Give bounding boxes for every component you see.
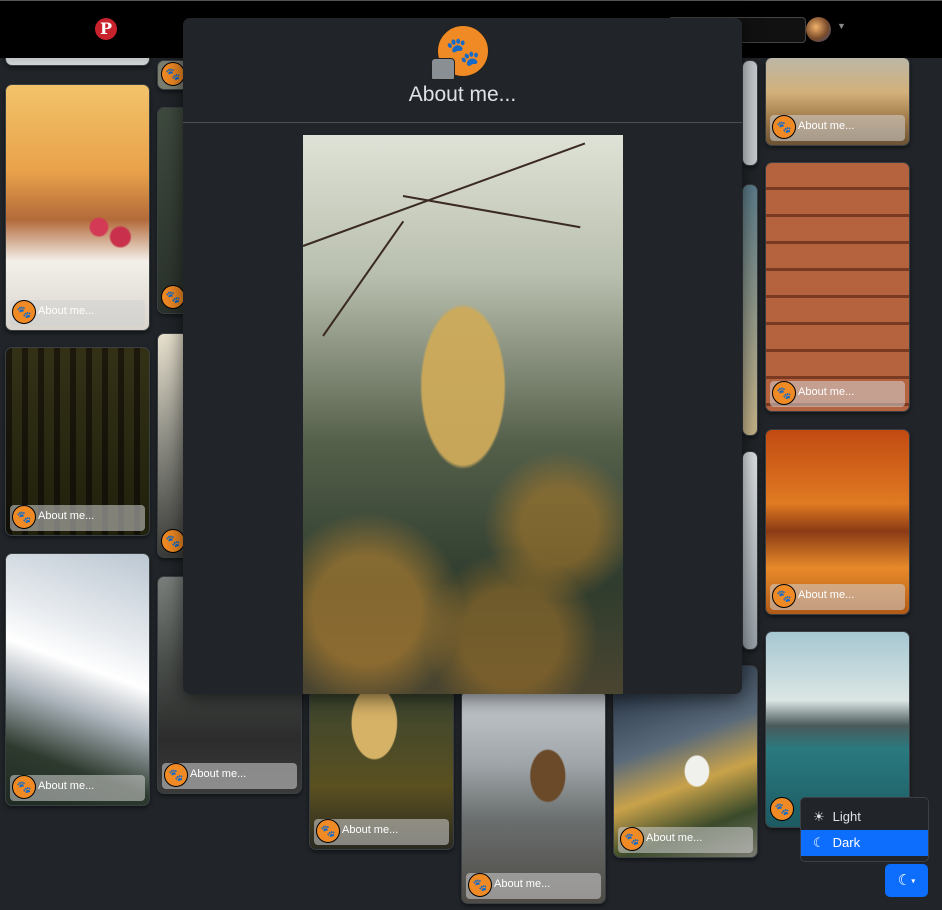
moon-icon: ☾ — [897, 872, 912, 889]
pin-card[interactable] — [742, 451, 758, 650]
branch-decoration — [402, 195, 581, 229]
pin-caption: About me... — [342, 824, 399, 836]
paw-icon: 🐾 — [12, 775, 36, 799]
theme-dropdown-menu: ☀ Light ☾ Dark — [800, 797, 929, 862]
pin-caption-bar: 🐾 About me... — [770, 381, 905, 407]
paw-icon: 🐾 — [12, 300, 36, 324]
pin-caption: About me... — [798, 386, 855, 398]
sun-icon: ☀ — [813, 809, 825, 824]
paw-icon: 🐾 — [161, 285, 185, 309]
pin-caption-bar: 🐾 About me... — [770, 115, 905, 141]
pin-card[interactable] — [742, 184, 758, 436]
theme-option-dark[interactable]: ☾ Dark — [801, 830, 928, 856]
pin-caption: About me... — [494, 878, 551, 890]
paw-icon: 🐾 — [161, 62, 185, 86]
theme-option-label: Light — [832, 809, 861, 824]
pin-caption: About me... — [190, 768, 247, 780]
pin-card[interactable]: 🐾 About me... — [5, 553, 150, 806]
paw-icon: 🐾 — [620, 827, 644, 851]
paw-icon: 🐾 — [468, 873, 492, 897]
pin-caption-bar: 🐾 About me... — [10, 775, 145, 801]
pin-card[interactable]: 🐾 About me... — [5, 84, 150, 331]
pin-caption: About me... — [38, 780, 95, 792]
branch-decoration — [322, 220, 405, 337]
paw-icon: 🐾 — [316, 819, 340, 843]
modal-image — [302, 135, 623, 694]
pin-card[interactable]: 🐾 About me... — [309, 690, 454, 850]
pin-caption-bar: 🐾 About me... — [466, 873, 601, 899]
paw-icon: 🐾 — [12, 505, 36, 529]
pin-caption-bar: 🐾 About me... — [618, 827, 753, 853]
theme-option-label: Dark — [832, 835, 861, 850]
modal-header: 🐾 About me... — [183, 18, 742, 123]
paw-icon: 🐾 — [772, 115, 796, 139]
paw-icon: 🐾 — [164, 763, 188, 787]
moon-icon: ☾ — [813, 835, 825, 850]
paw-icon: 🐾 — [772, 584, 796, 608]
user-avatar[interactable] — [806, 17, 831, 42]
paw-icon: 🐾 — [770, 797, 794, 821]
pin-caption-bar: 🐾 About me... — [314, 819, 449, 845]
about-me-modal: 🐾 About me... — [183, 18, 742, 694]
branch-decoration — [302, 142, 586, 247]
pin-caption: About me... — [798, 120, 855, 132]
pin-caption: About me... — [38, 305, 95, 317]
pin-card[interactable]: 🐾 About me... — [765, 57, 910, 146]
pin-caption-bar: 🐾 About me... — [10, 505, 145, 531]
lock-icon — [431, 58, 455, 80]
paw-icon: 🐾 — [161, 529, 185, 553]
pin-caption: About me... — [798, 589, 855, 601]
pin-caption-bar: 🐾 About me... — [162, 763, 297, 789]
theme-toggle-button[interactable]: ☾▾ — [885, 864, 928, 897]
pin-caption-bar: 🐾 About me... — [770, 584, 905, 610]
paw-icon: 🐾 — [772, 381, 796, 405]
pin-caption-bar: 🐾 About me... — [10, 300, 145, 326]
pin-card[interactable]: 🐾 About me... — [461, 690, 606, 904]
chevron-down-icon: ▾ — [911, 876, 916, 886]
pin-caption: About me... — [38, 510, 95, 522]
chevron-down-icon[interactable]: ▼ — [837, 21, 846, 31]
pin-caption: About me... — [646, 832, 703, 844]
pinterest-logo-icon[interactable]: P — [95, 18, 117, 40]
pin-card[interactable] — [742, 60, 758, 166]
theme-option-light[interactable]: ☀ Light — [801, 804, 928, 830]
modal-title: About me... — [408, 83, 517, 106]
pin-card[interactable]: 🐾 About me... — [765, 429, 910, 615]
pin-card[interactable]: 🐾 About me... — [5, 347, 150, 536]
pin-card[interactable]: 🐾 About me... — [765, 162, 910, 412]
